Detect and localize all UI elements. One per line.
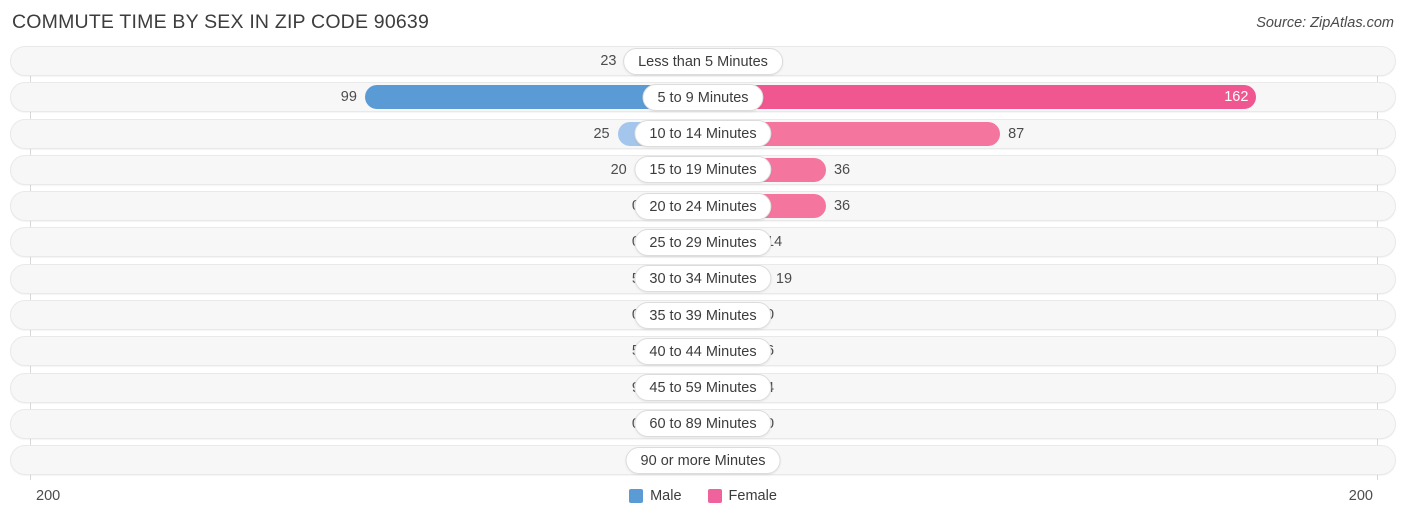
row-bars: 25 87 10 to 14 Minutes (0, 119, 1406, 149)
square-swatch-icon (629, 489, 644, 503)
category-label: 40 to 44 Minutes (634, 337, 772, 365)
chart-row: 25 87 10 to 14 Minutes (0, 118, 1406, 149)
chart-row: 20 36 15 to 19 Minutes (0, 154, 1406, 185)
value-label-male: 99 (340, 89, 357, 106)
row-bars: 0035 to 39 Minutes (0, 300, 1406, 330)
value-label-female: 19 (775, 270, 793, 287)
category-label: 15 to 19 Minutes (634, 156, 772, 184)
category-label: 45 to 59 Minutes (634, 374, 772, 402)
row-bars: 5640 to 44 Minutes (0, 336, 1406, 366)
category-label: 10 to 14 Minutes (634, 120, 772, 148)
legend-item[interactable]: Male (629, 488, 682, 504)
value-label-male: 25 (593, 125, 610, 142)
category-label: 60 to 89 Minutes (634, 410, 772, 438)
row-bars: 20 36 15 to 19 Minutes (0, 155, 1406, 185)
chart-header: COMMUTE TIME BY SEX IN ZIP CODE 90639 So… (0, 0, 1406, 46)
chart-row: 03620 to 24 Minutes (0, 191, 1406, 222)
value-label-female: 36 (833, 198, 851, 215)
chart-row: 0690 or more Minutes (0, 445, 1406, 476)
chart-row: 0035 to 39 Minutes (0, 300, 1406, 331)
row-bars: 2311Less than 5 Minutes (0, 46, 1406, 76)
row-bars: 03620 to 24 Minutes (0, 191, 1406, 221)
page-title: COMMUTE TIME BY SEX IN ZIP CODE 90639 (12, 11, 430, 33)
chart-footer: 200 200 Male Female (0, 482, 1406, 523)
chart-legend: Male Female (0, 488, 1406, 504)
value-label-male: 23 (600, 53, 617, 69)
chart-row: 5640 to 44 Minutes (0, 336, 1406, 367)
row-bars: 0690 or more Minutes (0, 445, 1406, 475)
category-label: 35 to 39 Minutes (634, 301, 772, 329)
category-label: 90 or more Minutes (625, 446, 781, 474)
plot-area: 2311Less than 5 Minutes 99 162 5 to 9 Minut… (0, 46, 1406, 480)
category-label: 30 to 34 Minutes (634, 265, 772, 293)
category-label: Less than 5 Minutes (623, 47, 783, 75)
row-bars: 01425 to 29 Minutes (0, 227, 1406, 257)
value-label-female: 162 (1224, 89, 1249, 106)
chart-row: 51930 to 34 Minutes (0, 263, 1406, 294)
value-label-male: 20 (610, 161, 627, 178)
source-attribution: Source: ZipAtlas.com (1256, 15, 1394, 31)
row-bars: 99 162 5 to 9 Minutes (0, 82, 1406, 112)
chart-row: 9445 to 59 Minutes (0, 372, 1406, 403)
chart-row: 0060 to 89 Minutes (0, 408, 1406, 439)
commute-time-chart: COMMUTE TIME BY SEX IN ZIP CODE 90639 So… (0, 0, 1406, 523)
legend-item[interactable]: Female (707, 488, 777, 504)
row-bars: 51930 to 34 Minutes (0, 264, 1406, 294)
category-label: 20 to 24 Minutes (634, 192, 772, 220)
row-bars: 0060 to 89 Minutes (0, 409, 1406, 439)
legend-item-label: Female (728, 488, 777, 504)
bar-rows: 2311Less than 5 Minutes 99 162 5 to 9 Minut… (0, 46, 1406, 482)
category-label: 25 to 29 Minutes (634, 228, 772, 256)
chart-row: 01425 to 29 Minutes (0, 227, 1406, 258)
row-bars: 9445 to 59 Minutes (0, 373, 1406, 403)
legend-item-label: Male (650, 488, 682, 504)
square-swatch-icon (707, 489, 722, 503)
category-label: 5 to 9 Minutes (642, 83, 764, 111)
bar-female[interactable] (703, 85, 1257, 110)
value-label-female: 87 (1008, 125, 1025, 142)
chart-row: 2311Less than 5 Minutes (0, 46, 1406, 76)
chart-row: 99 162 5 to 9 Minutes (0, 82, 1406, 113)
value-label-female: 36 (833, 161, 851, 178)
